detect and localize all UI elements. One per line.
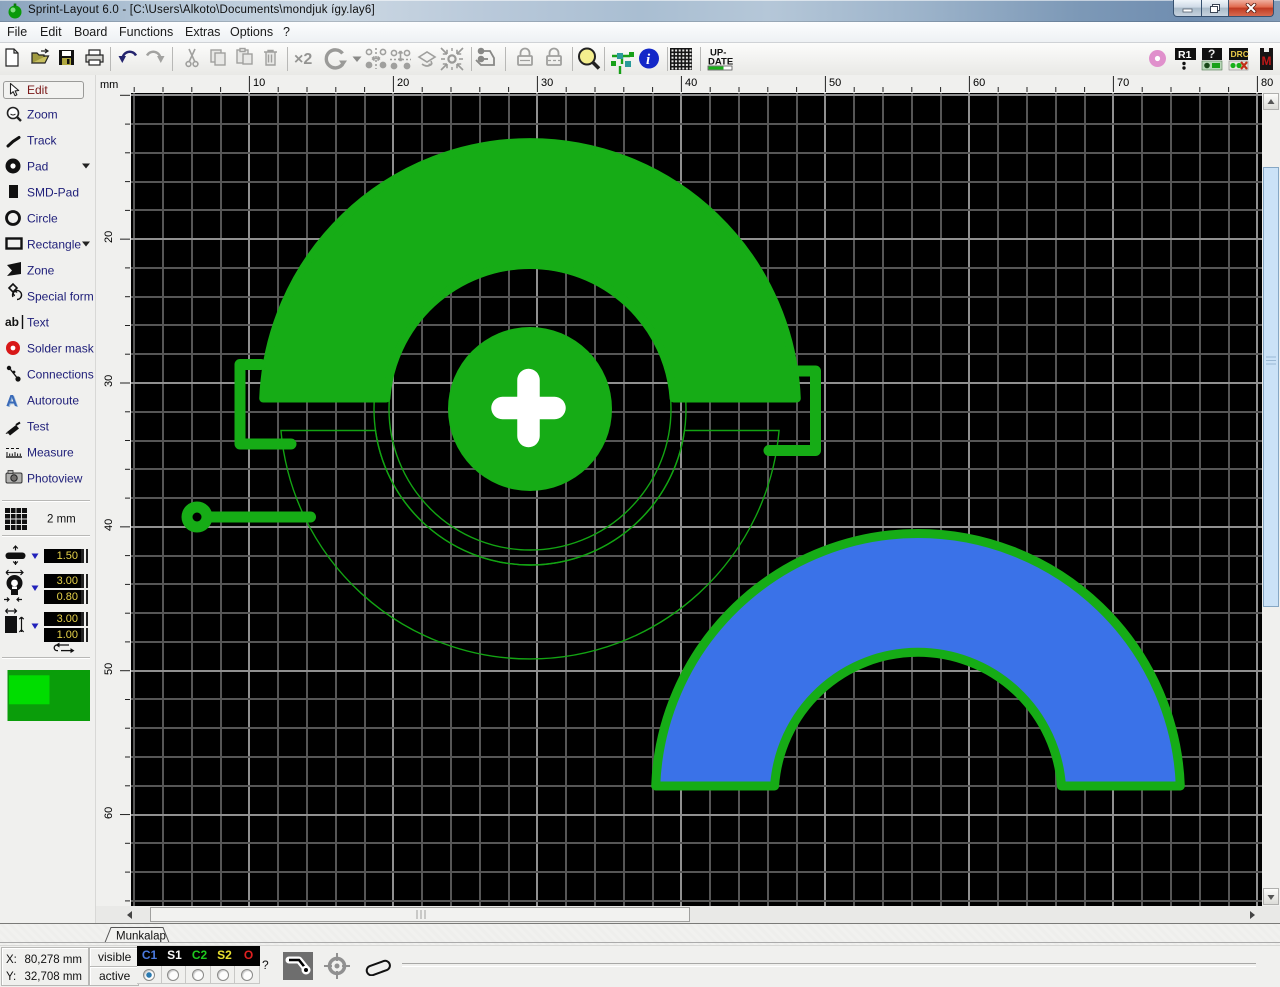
svg-text:50: 50 (829, 77, 841, 89)
svg-text:×2: ×2 (294, 51, 312, 68)
svg-text:60: 60 (103, 807, 115, 819)
svg-text:Munkalap: Munkalap (116, 931, 166, 943)
svg-text:Special form: Special form (27, 290, 94, 304)
svg-text:ab: ab (5, 315, 19, 329)
svg-text:Test: Test (27, 420, 50, 434)
svg-text:SMD-Pad: SMD-Pad (27, 186, 79, 200)
svg-text:Rectangle: Rectangle (27, 238, 81, 252)
svg-text:40: 40 (685, 77, 697, 89)
svg-text:30: 30 (541, 77, 553, 89)
svg-text:?: ? (1208, 47, 1215, 61)
svg-text:DRC: DRC (1231, 49, 1249, 59)
svg-text:Circle: Circle (27, 212, 58, 226)
svg-text:Track: Track (27, 134, 58, 148)
svg-text:Zone: Zone (27, 264, 55, 278)
svg-text:Measure: Measure (27, 446, 74, 460)
svg-text:mm: mm (100, 79, 118, 91)
svg-text:R1: R1 (1178, 49, 1192, 61)
svg-text:A: A (6, 393, 18, 410)
svg-text:60: 60 (973, 77, 985, 89)
svg-text:M: M (1262, 54, 1272, 68)
svg-text:80: 80 (1261, 77, 1273, 89)
svg-text:40: 40 (103, 519, 115, 531)
svg-text:10: 10 (253, 77, 265, 89)
svg-text:30: 30 (103, 375, 115, 387)
svg-text:Zoom: Zoom (27, 108, 58, 122)
svg-text:20: 20 (103, 231, 115, 243)
svg-text:Photoview: Photoview (27, 472, 83, 486)
svg-text:70: 70 (1117, 77, 1129, 89)
svg-text:Pad: Pad (27, 160, 48, 174)
svg-text:Solder mask: Solder mask (27, 342, 95, 356)
svg-text:50: 50 (103, 663, 115, 675)
svg-text:Edit: Edit (27, 83, 48, 97)
svg-text:Text: Text (27, 316, 50, 330)
svg-text:Connections: Connections (27, 368, 94, 382)
svg-text:2 mm: 2 mm (47, 514, 76, 526)
svg-text:20: 20 (397, 77, 409, 89)
svg-text:Autoroute: Autoroute (27, 394, 79, 408)
